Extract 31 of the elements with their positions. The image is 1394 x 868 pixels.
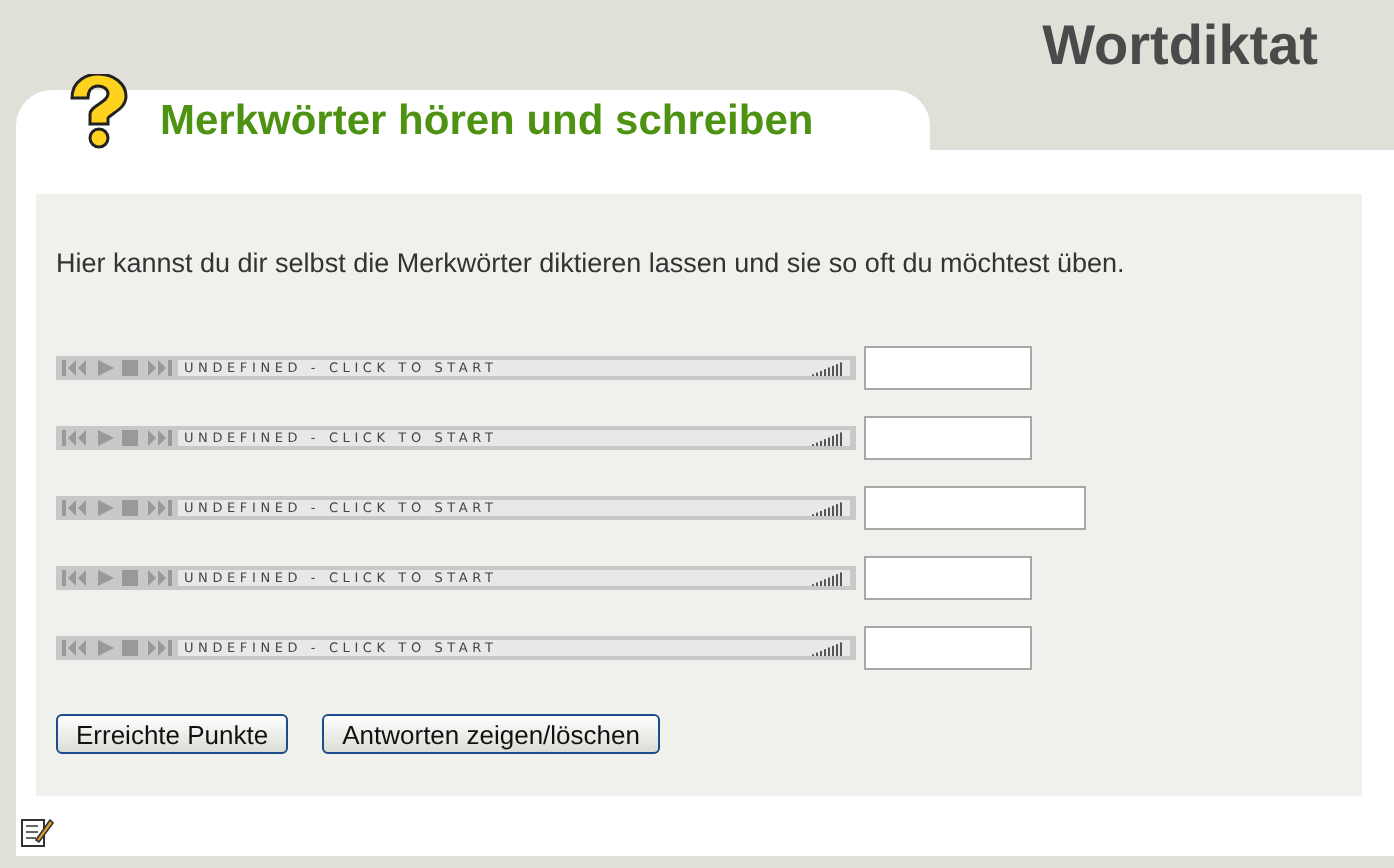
previous-icon[interactable]	[62, 500, 90, 516]
previous-icon[interactable]	[62, 430, 90, 446]
stop-icon[interactable]	[122, 570, 138, 586]
next-icon[interactable]	[144, 570, 172, 586]
next-icon[interactable]	[144, 430, 172, 446]
stop-icon[interactable]	[122, 500, 138, 516]
next-icon[interactable]	[144, 640, 172, 656]
previous-icon[interactable]	[62, 640, 90, 656]
action-button[interactable]: Antworten zeigen/löschen	[322, 714, 660, 754]
answer-field[interactable]	[864, 416, 1032, 460]
play-icon[interactable]	[96, 360, 116, 376]
play-icon[interactable]	[96, 570, 116, 586]
intro-text: Hier kannst du dir selbst die Merkwörter diktieren lassen und sie so oft du möchtest üben.	[56, 248, 1127, 280]
action-button[interactable]: Erreichte Punkte	[56, 714, 289, 754]
stop-icon[interactable]	[122, 430, 138, 446]
play-icon[interactable]	[96, 430, 116, 446]
tab-title: Merkwörter hören und schreiben	[160, 99, 814, 141]
play-icon[interactable]	[96, 500, 116, 516]
edit-note-icon[interactable]	[20, 816, 54, 848]
previous-icon[interactable]	[62, 570, 90, 586]
answer-field[interactable]	[864, 486, 1086, 530]
next-icon[interactable]	[144, 500, 172, 516]
answer-field[interactable]	[864, 626, 1032, 670]
next-icon[interactable]	[144, 360, 172, 376]
stop-icon[interactable]	[122, 360, 138, 376]
play-icon[interactable]	[96, 640, 116, 656]
previous-icon[interactable]	[62, 360, 90, 376]
answer-field[interactable]	[864, 556, 1032, 600]
stop-icon[interactable]	[122, 640, 138, 656]
page-title: Wortdiktat	[1042, 12, 1318, 80]
answer-field[interactable]	[864, 346, 1032, 390]
